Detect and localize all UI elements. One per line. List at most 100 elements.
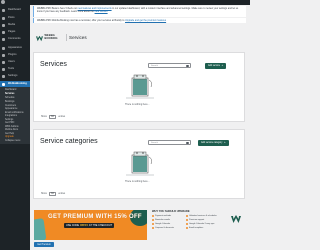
comment-icon	[2, 37, 5, 41]
check-icon	[152, 223, 154, 225]
get-premium-button[interactable]: Get Premium	[34, 242, 54, 247]
add-service-label: Add service	[208, 64, 221, 67]
upgrade-title: WHY YOU SHOULD UPGRADE	[152, 210, 190, 213]
pager-label: Show	[41, 192, 47, 195]
submenu-upgrade[interactable]: Upgrade	[5, 136, 14, 138]
sidebar-item-appearance[interactable]: Appearance	[0, 45, 30, 51]
collapse-menu[interactable]: Collapse menu	[5, 140, 20, 142]
sidebar-item-tools[interactable]: Tools	[0, 66, 30, 72]
categories-title: Service categories	[40, 138, 98, 145]
check-icon	[186, 223, 188, 225]
services-search-input[interactable]: Search	[148, 63, 191, 68]
feature-label: Reminder emails	[155, 219, 171, 221]
services-empty-text: There is nothing here...	[125, 103, 150, 106]
plug-icon	[2, 53, 5, 57]
feature-label: Payment methods	[155, 215, 172, 217]
feature-item: Google Calendar 2-way sync	[186, 223, 215, 225]
calendar-icon	[2, 82, 5, 86]
sidebar-item-media[interactable]: Media	[0, 22, 30, 28]
dashboard-icon	[2, 8, 5, 12]
submenu-addons[interactable]: WBK Addons	[5, 126, 19, 128]
feature-label: Google Calendar	[155, 223, 171, 225]
webba-logo-icon	[36, 35, 43, 41]
submenu-customers[interactable]: Customers	[5, 105, 16, 107]
webba-submenu: Dashboard Services Schedule Bookings Cus…	[0, 87, 30, 144]
submenu-appearance[interactable]: Appearance	[5, 108, 17, 110]
upgrade-reasons: WHY YOU SHOULD UPGRADE Payment methods R…	[150, 210, 246, 242]
pin-icon	[2, 16, 5, 20]
notice-link[interactable]: beta version	[95, 10, 108, 13]
page-size-select[interactable]: 10	[48, 192, 57, 196]
notice-link[interactable]: Upgrade and get the premium features	[125, 19, 166, 22]
beta-notice: WEBBA PRO Beta is here! Check out new fe…	[33, 6, 246, 17]
submenu-bookings[interactable]: Bookings	[5, 101, 14, 103]
sidebar-item-plugins[interactable]: Plugins	[0, 52, 30, 58]
check-icon	[186, 219, 188, 221]
feature-item: Premium support	[186, 219, 204, 221]
plus-icon: +	[221, 63, 224, 67]
sidebar-item-settings[interactable]: Settings	[0, 73, 30, 79]
promo-code: OFF15	[80, 224, 88, 227]
submenu-integrations[interactable]: Integrations	[5, 115, 17, 117]
page-title: Services	[69, 35, 87, 40]
promo-code-suffix: AT THE CHECKOUT	[88, 224, 113, 227]
search-icon	[186, 65, 189, 68]
pager-suffix: entries	[58, 115, 66, 118]
services-panel: Services Search Add service + There is no…	[33, 52, 245, 122]
categories-panel: Service categories Search Add service ca…	[33, 129, 245, 199]
feature-label: Premium support	[189, 219, 205, 221]
sidebar-item-posts[interactable]: Posts	[0, 15, 30, 21]
submenu-dashboard[interactable]: Dashboard	[5, 89, 16, 91]
feature-label: Coupons & discounts	[155, 227, 174, 229]
feature-item: Email templates	[186, 227, 203, 229]
feature-item: Unlimited services & schedules	[186, 215, 217, 217]
webba-logo-icon	[231, 215, 241, 223]
feature-label: Email templates	[189, 227, 204, 229]
promo-code-badge: USE CODE OFF15 AT THE CHECKOUT	[64, 223, 115, 228]
categories-search-input[interactable]: Search	[148, 140, 191, 145]
submenu-email-notifications[interactable]: Email notifications	[5, 112, 24, 114]
empty-calendar-icon	[126, 151, 154, 176]
settings-icon	[2, 74, 5, 78]
submenu-get-pro[interactable]: Get PRO	[5, 122, 14, 124]
submenu-services[interactable]: Services	[5, 93, 14, 95]
submenu-docs[interactable]: Webba Docs	[5, 129, 18, 131]
sidebar-item-comments[interactable]: Comments	[0, 36, 30, 42]
services-pager: Show 10 entries	[41, 115, 65, 119]
search-placeholder: Search	[151, 65, 158, 67]
submenu-settings[interactable]: Settings	[5, 119, 13, 121]
wordpress-logo-icon[interactable]	[1, 0, 5, 4]
decorative-shape	[34, 218, 47, 240]
wrench-icon	[2, 67, 5, 71]
sidebar-item-users[interactable]: Users	[0, 59, 30, 65]
check-icon	[152, 227, 154, 229]
services-title: Services	[40, 61, 67, 68]
check-icon	[152, 215, 154, 217]
upgrade-notice: WEBBA PRO Webba Booking now has a remind…	[33, 18, 246, 23]
sidebar-item-pages[interactable]: Pages	[0, 29, 30, 35]
add-category-button[interactable]: Add service category +	[198, 139, 229, 146]
header-divider	[66, 34, 67, 41]
submenu-get-help[interactable]: Get Help	[5, 133, 14, 135]
feature-label: Google Calendar 2-way sync	[189, 223, 215, 225]
check-icon	[152, 219, 154, 221]
media-icon	[2, 23, 5, 27]
feature-item: Payment methods	[152, 215, 171, 217]
add-service-button[interactable]: Add service +	[205, 62, 227, 69]
logo-line-2: BOOKING	[44, 37, 58, 40]
categories-pager: Show 10 entries	[41, 192, 65, 196]
promo-code-prefix: USE CODE	[66, 224, 80, 227]
notice-text: WEBBA PRO Webba Booking now has a remind…	[37, 19, 125, 22]
webba-logo: WEBBA BOOKING	[36, 33, 64, 43]
user-icon	[2, 60, 5, 64]
feature-item: Coupons & discounts	[152, 227, 174, 229]
feature-item: Google Calendar	[152, 223, 170, 225]
empty-calendar-icon	[126, 74, 154, 99]
sidebar-item-dashboard[interactable]: Dashboard	[0, 7, 30, 13]
page-size-select[interactable]: 10	[48, 115, 57, 119]
admin-bar	[0, 0, 250, 5]
plus-icon: +	[223, 140, 226, 144]
submenu-schedule[interactable]: Schedule	[5, 97, 15, 99]
pager-suffix: entries	[58, 192, 66, 195]
brush-icon	[2, 46, 5, 50]
